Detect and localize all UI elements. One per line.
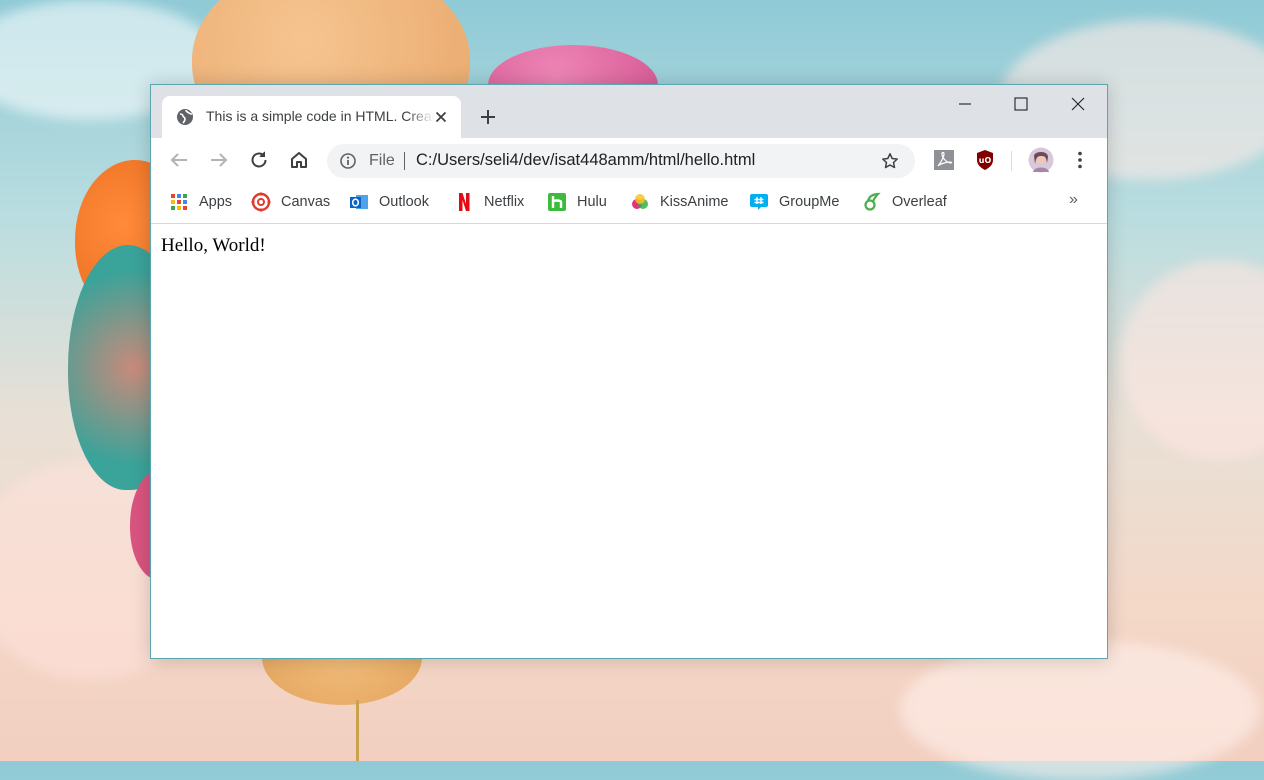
bookmark-groupme[interactable]: GroupMe xyxy=(749,190,839,214)
netflix-icon xyxy=(454,192,474,212)
more-menu-icon[interactable] xyxy=(1068,148,1092,172)
address-bar[interactable]: File C:/Users/seli4/dev/isat448amm/html/… xyxy=(327,144,915,178)
navigation-toolbar: File C:/Users/seli4/dev/isat448amm/html/… xyxy=(151,138,1107,183)
info-icon[interactable] xyxy=(340,153,356,169)
bookmark-netflix[interactable]: Netflix xyxy=(454,190,524,214)
bookmark-label: Canvas xyxy=(281,194,331,210)
back-arrow-icon[interactable] xyxy=(167,148,191,172)
bookmark-label: Hulu xyxy=(577,194,607,210)
svg-text:uO: uO xyxy=(979,156,992,165)
groupme-icon xyxy=(749,192,769,212)
pdf-extension-icon[interactable] xyxy=(932,148,956,172)
bookmark-label: Overleaf xyxy=(892,194,947,210)
url-text[interactable]: C:/Users/seli4/dev/isat448amm/html/hello… xyxy=(416,151,755,170)
bookmark-label: GroupMe xyxy=(779,194,840,210)
url-scheme-label: File xyxy=(369,152,395,169)
url-separator xyxy=(404,152,405,170)
kissanime-icon xyxy=(630,192,650,212)
new-tab-plus-icon[interactable] xyxy=(477,106,499,128)
tab-close-icon[interactable] xyxy=(432,108,450,126)
profile-avatar-icon[interactable] xyxy=(1028,147,1054,173)
bookmark-overleaf[interactable]: Overleaf xyxy=(862,190,947,214)
bookmark-star-icon[interactable] xyxy=(881,152,899,170)
bookmark-label: Outlook xyxy=(379,194,429,210)
bookmark-kissanime[interactable]: KissAnime xyxy=(630,190,729,214)
active-tab[interactable]: This is a simple code in HTML. Create xyxy=(162,96,461,138)
apps-grid-icon xyxy=(169,192,189,212)
canvas-icon xyxy=(251,192,271,212)
bookmark-hulu[interactable]: Hulu xyxy=(547,190,607,214)
page-content: Hello, World! xyxy=(151,224,1107,658)
outlook-icon xyxy=(349,192,369,212)
bookmark-label: KissAnime xyxy=(660,194,729,210)
close-icon[interactable] xyxy=(1050,85,1106,123)
bookmark-apps[interactable]: Apps xyxy=(169,190,232,214)
reload-icon[interactable] xyxy=(247,148,271,172)
maximize-icon[interactable] xyxy=(993,85,1049,123)
hulu-icon xyxy=(547,192,567,212)
browser-window: This is a simple code in HTML. Create Fi… xyxy=(150,84,1108,659)
bookmarks-overflow-chevron[interactable]: » xyxy=(1069,191,1078,209)
toolbar-divider xyxy=(1011,151,1012,171)
overleaf-icon xyxy=(862,192,882,212)
home-icon[interactable] xyxy=(287,148,311,172)
bookmarks-bar: Apps Canvas Outlook Netflix Hulu KissAni… xyxy=(151,183,1107,224)
bookmark-canvas[interactable]: Canvas xyxy=(251,190,330,214)
bookmark-label: Netflix xyxy=(484,194,525,210)
tab-title: This is a simple code in HTML. Create xyxy=(206,108,434,124)
forward-arrow-icon[interactable] xyxy=(207,148,231,172)
bookmark-outlook[interactable]: Outlook xyxy=(349,190,429,214)
bookmark-label: Apps xyxy=(199,194,233,210)
minimize-icon[interactable] xyxy=(937,85,993,123)
balloon-string xyxy=(356,700,359,761)
globe-icon xyxy=(176,108,194,126)
hello-world-text: Hello, World! xyxy=(161,235,266,256)
title-bar: This is a simple code in HTML. Create xyxy=(151,85,1107,138)
ublock-origin-icon[interactable]: uO xyxy=(973,148,997,172)
